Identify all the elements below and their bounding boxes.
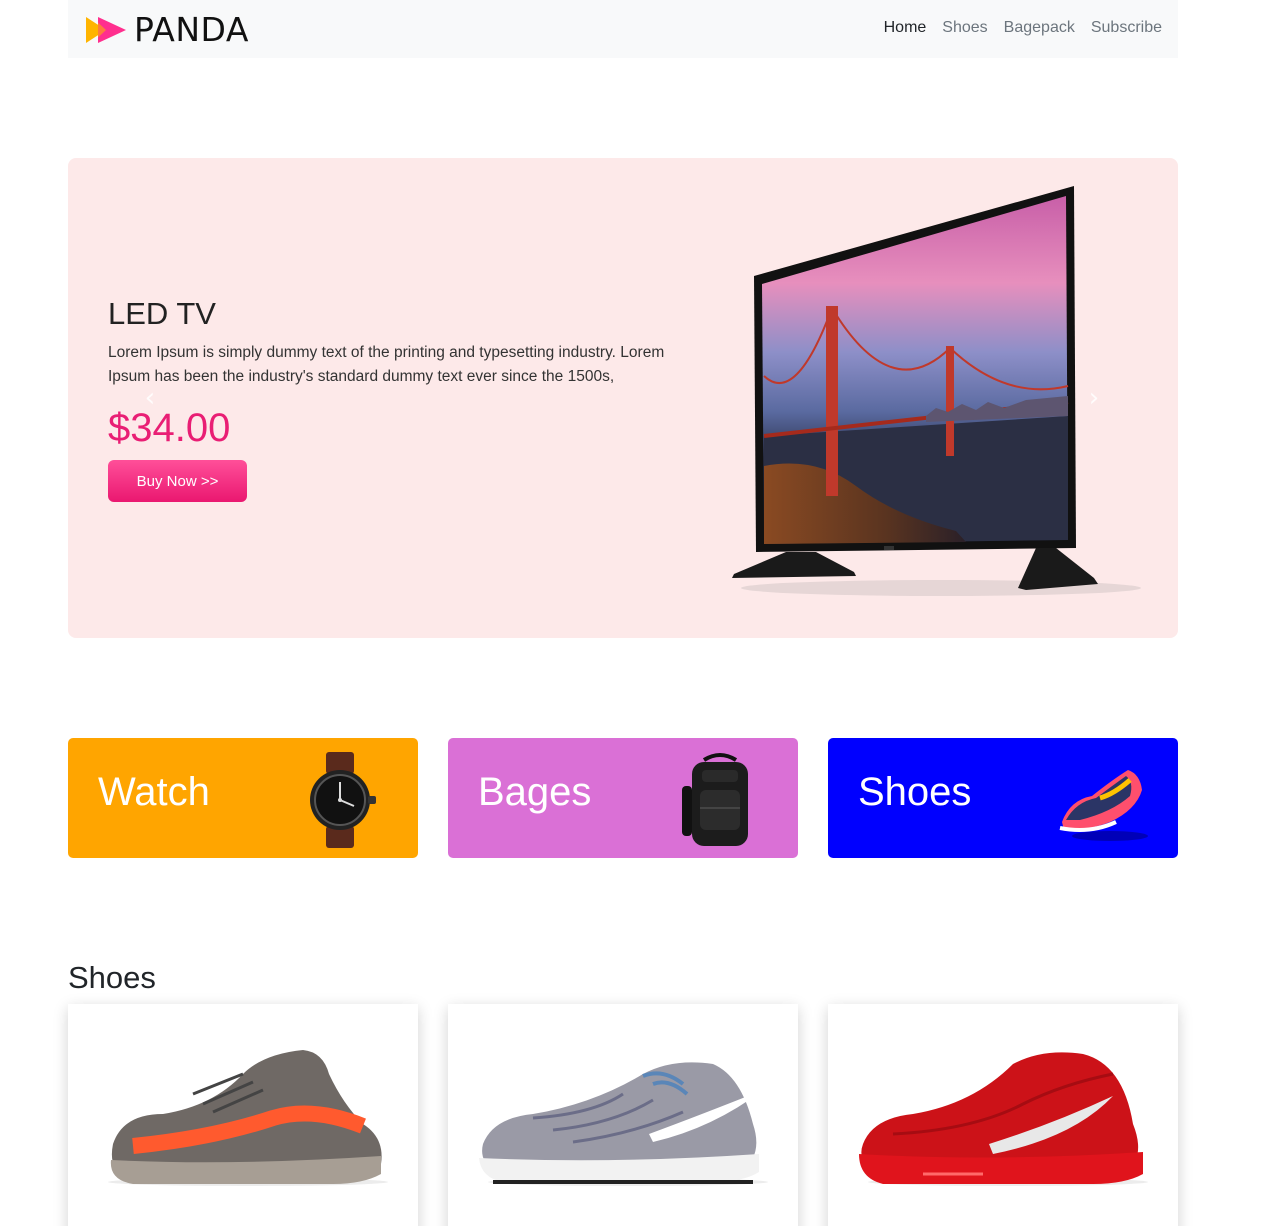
category-title: Shoes xyxy=(858,770,972,814)
product-card[interactable] xyxy=(828,1004,1178,1226)
brand-link[interactable]: PANDA xyxy=(84,10,249,49)
red-nike-airmax-image xyxy=(859,1052,1148,1186)
brand-name: PANDA xyxy=(134,10,249,49)
product-card[interactable] xyxy=(448,1004,798,1226)
category-title: Watch xyxy=(98,770,210,814)
category-card-shoes[interactable]: Shoes xyxy=(828,738,1178,858)
nav-link-home[interactable]: Home xyxy=(884,19,927,37)
grey-orange-sneaker-image xyxy=(108,1050,388,1186)
category-card-bags[interactable]: Bages xyxy=(448,738,798,858)
hero-description: Lorem Ipsum is simply dummy text of the … xyxy=(108,344,665,385)
nav-links: Home Shoes Bagepack Subscribe xyxy=(884,19,1162,37)
patterned-nike-sneaker-image xyxy=(479,1062,768,1186)
buy-now-button[interactable]: Buy Now >> xyxy=(108,460,247,502)
category-title: Bages xyxy=(478,770,592,814)
led-tv-image xyxy=(732,186,1141,596)
hero-carousel: LED TV Lorem Ipsum is simply dummy text … xyxy=(68,158,1178,638)
panda-logo-icon xyxy=(86,16,126,43)
product-card[interactable] xyxy=(68,1004,418,1226)
nav-link-subscribe[interactable]: Subscribe xyxy=(1091,19,1162,37)
hero-price: $34.00 xyxy=(108,406,231,450)
sneaker-image xyxy=(1059,770,1148,841)
navbar: PANDA Home Shoes Bagepack Subscribe xyxy=(68,0,1178,58)
nav-link-shoes[interactable]: Shoes xyxy=(942,19,987,37)
chevron-left-icon[interactable]: ‹ xyxy=(140,383,160,413)
hero-title: LED TV xyxy=(108,296,216,331)
watch-image xyxy=(310,752,376,848)
section-title-shoes: Shoes xyxy=(68,960,156,995)
nav-link-bagepack[interactable]: Bagepack xyxy=(1004,19,1075,37)
backpack-image xyxy=(682,753,748,846)
category-card-watch[interactable]: Watch xyxy=(68,738,418,858)
